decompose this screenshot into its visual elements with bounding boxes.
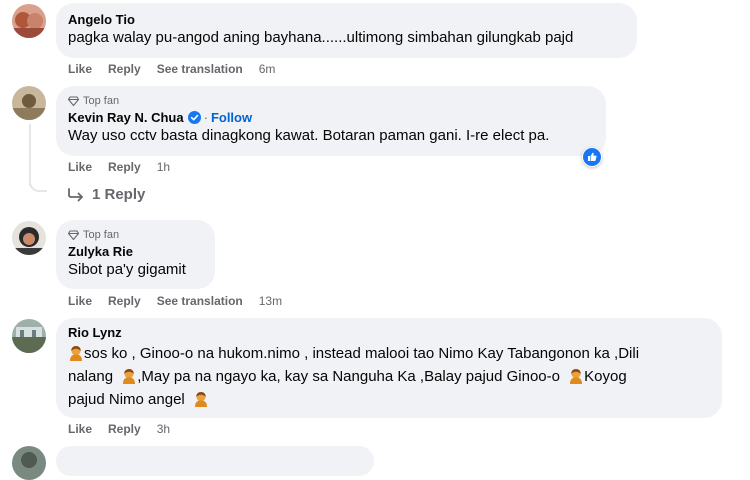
timestamp[interactable]: 6m — [259, 62, 276, 76]
comment-line: Koyog — [584, 368, 627, 385]
like-button[interactable]: Like — [68, 422, 92, 436]
like-reaction-badge[interactable] — [582, 147, 602, 167]
avatar-next-comment[interactable] — [12, 446, 46, 480]
face-emoji-icon — [568, 368, 584, 390]
comment-text: sos ko , Ginoo-o na hukom.nimo , instead… — [68, 344, 710, 413]
avatar-kevin-ray[interactable] — [12, 86, 46, 120]
timestamp[interactable]: 3h — [157, 422, 170, 436]
comment-bubble: Top fan Kevin Ray N. Chua · Follow Way u… — [56, 86, 606, 156]
comment-line: ,May pa na ngayo ka, kay sa Nanguha Ka ,… — [137, 368, 560, 385]
comment-actions: Like Reply See translation 13m — [68, 294, 282, 308]
face-emoji-icon — [121, 368, 137, 390]
comment-line: nalang — [68, 368, 114, 385]
see-translation-link[interactable]: See translation — [157, 62, 243, 76]
comment-bubble: Rio Lynz sos ko , Ginoo-o na hukom.nimo … — [56, 318, 722, 418]
like-button[interactable]: Like — [68, 160, 92, 174]
comment-author[interactable]: Zulyka Rie — [68, 243, 203, 260]
avatar-zulyka-rie[interactable] — [12, 221, 46, 255]
replies-count[interactable]: 1 Reply — [92, 186, 145, 203]
comment-text: pagka walay pu-angod aning bayhana......… — [68, 29, 574, 46]
comment-bubble-partial — [56, 446, 374, 476]
comment-bubble: Angelo Tio pagka walay pu-angod aning ba… — [56, 3, 637, 58]
avatar-rio-lynz[interactable] — [12, 319, 46, 353]
diamond-icon — [68, 96, 79, 106]
top-fan-badge: Top fan — [68, 94, 594, 108]
comment-text: Way uso cctv basta dinagkong kawat. Bota… — [68, 127, 550, 144]
like-button[interactable]: Like — [68, 294, 92, 308]
see-translation-link[interactable]: See translation — [157, 294, 243, 308]
timestamp[interactable]: 1h — [157, 160, 170, 174]
comment-line: sos ko , Ginoo-o na hukom.nimo , instead… — [84, 345, 640, 362]
reply-button[interactable]: Reply — [108, 160, 141, 174]
comment-bubble: Top fan Zulyka Rie Sibot pa'y gigamit — [56, 220, 215, 289]
reply-button[interactable]: Reply — [108, 422, 141, 436]
comment-author[interactable]: Angelo Tio — [68, 11, 625, 28]
thread-connector — [29, 124, 31, 186]
top-fan-label: Top fan — [83, 95, 120, 107]
verified-icon — [187, 111, 201, 124]
comment-actions: Like Reply 1h — [68, 160, 170, 174]
comment-author[interactable]: Kevin Ray N. Chua — [68, 109, 184, 126]
thumbs-up-icon — [583, 148, 601, 166]
view-replies-link[interactable]: 1 Reply — [68, 186, 145, 203]
comment-actions: Like Reply See translation 6m — [68, 62, 275, 76]
comment-text: Sibot pa'y gigamit — [68, 261, 186, 278]
comment-author-row: Kevin Ray N. Chua · Follow — [68, 109, 253, 126]
reply-button[interactable]: Reply — [108, 294, 141, 308]
follow-button[interactable]: Follow — [211, 109, 252, 126]
comment-actions: Like Reply 3h — [68, 422, 170, 436]
top-fan-badge: Top fan — [68, 228, 203, 242]
comment-line: pajud Nimo angel — [68, 391, 185, 408]
diamond-icon — [68, 230, 79, 240]
face-emoji-icon — [68, 345, 84, 367]
thread-connector-curve — [29, 180, 47, 192]
reply-arrow-icon — [68, 187, 83, 201]
timestamp[interactable]: 13m — [259, 294, 282, 308]
face-emoji-icon — [193, 391, 209, 413]
top-fan-label: Top fan — [83, 229, 120, 241]
like-button[interactable]: Like — [68, 62, 92, 76]
comment-author[interactable]: Rio Lynz — [68, 324, 710, 341]
avatar-angelo-tio[interactable] — [12, 4, 46, 38]
reply-button[interactable]: Reply — [108, 62, 141, 76]
